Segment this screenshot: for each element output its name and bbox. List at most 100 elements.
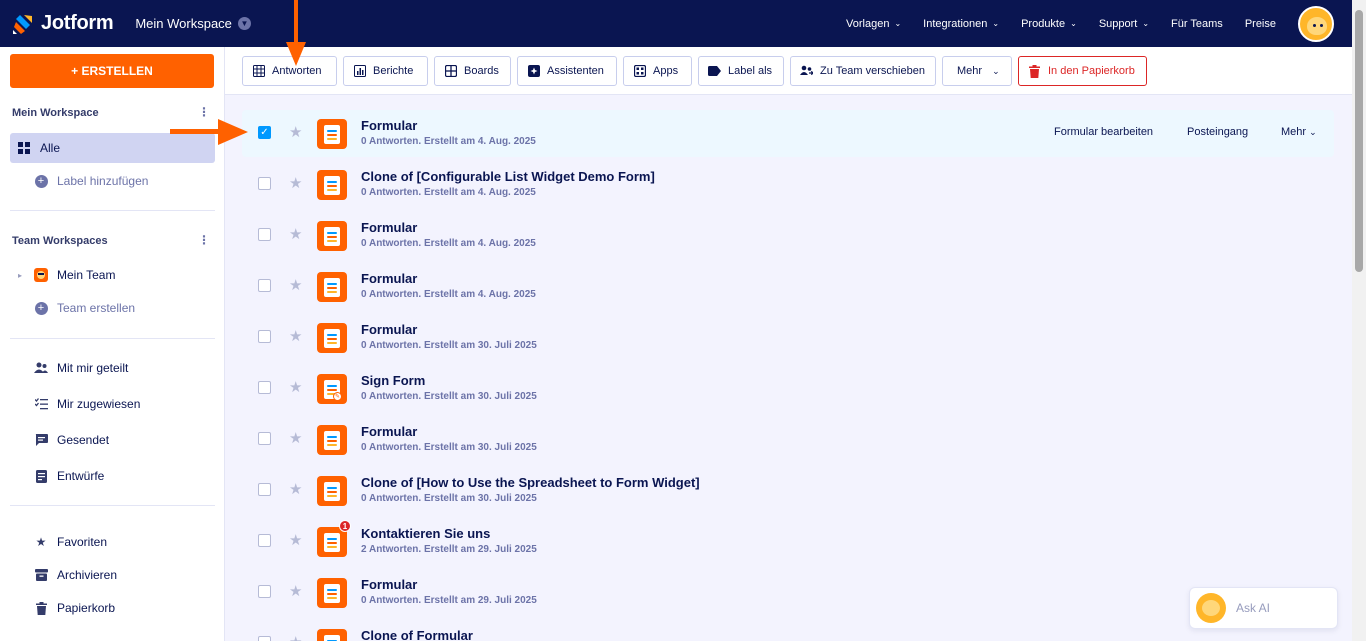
nav-support[interactable]: Support ⌄: [1099, 18, 1149, 30]
divider: [10, 338, 215, 339]
nav-vorlagen[interactable]: Vorlagen ⌄: [846, 18, 901, 30]
star-icon[interactable]: ★: [289, 123, 302, 141]
form-title[interactable]: Clone of Formular: [361, 628, 473, 641]
apps-button[interactable]: Apps: [623, 56, 692, 86]
star-icon[interactable]: ★: [289, 327, 302, 345]
more-actions-button[interactable]: Mehr ⌄: [942, 56, 1012, 86]
sidebar-item-shared[interactable]: Mit mir geteilt: [10, 353, 215, 383]
form-title[interactable]: Sign Form: [361, 373, 425, 388]
row-checkbox[interactable]: [258, 330, 271, 343]
row-checkbox[interactable]: [258, 585, 271, 598]
form-title[interactable]: Formular: [361, 424, 417, 439]
form-row[interactable]: ★ Formular 0 Antworten. Erstellt am 30. …: [242, 416, 1334, 463]
sidebar-item-my-team[interactable]: ▸ Mein Team: [10, 260, 215, 290]
row-checkbox[interactable]: [258, 636, 271, 641]
scrollbar-thumb[interactable]: [1355, 10, 1363, 272]
form-row[interactable]: ★ Formular 0 Antworten. Erstellt am 29. …: [242, 569, 1334, 616]
nav-label: Für Teams: [1171, 17, 1223, 30]
caret-right-icon[interactable]: ▸: [18, 271, 22, 280]
apps-icon: [633, 65, 646, 78]
star-icon[interactable]: ★: [289, 378, 302, 396]
form-row[interactable]: ★ Formular 0 Antworten. Erstellt am 4. A…: [242, 212, 1334, 259]
row-checkbox[interactable]: [258, 279, 271, 292]
row-more-button[interactable]: Mehr ⌄: [1281, 126, 1317, 138]
sidebar-item-favorites[interactable]: ★ Favoriten: [10, 527, 215, 557]
top-navbar: Jotform Mein Workspace ▼ Vorlagen ⌄ Integ…: [0, 0, 1352, 47]
form-row[interactable]: ★ Formular 0 Antworten. Erstellt am 30. …: [242, 314, 1334, 361]
star-icon[interactable]: ★: [289, 225, 302, 243]
workspace-switcher[interactable]: Mein Workspace ▼: [135, 16, 251, 31]
trash-label: In den Papierkorb: [1048, 65, 1135, 77]
star-icon[interactable]: ★: [289, 633, 302, 641]
chevron-down-icon: ⌄: [992, 19, 1000, 28]
form-title[interactable]: Clone of [Configurable List Widget Demo …: [361, 169, 655, 184]
table-icon: [252, 65, 265, 78]
annotation-arrow-right-icon: [170, 119, 248, 145]
sidebar-item-archive[interactable]: Archivieren: [10, 560, 215, 590]
bulk-actions-toolbar: Antworten Berichte Boards Assistenten Ap…: [225, 47, 1352, 95]
form-row[interactable]: ★ Clone of [How to Use the Spreadsheet t…: [242, 467, 1334, 514]
jotform-logo[interactable]: Jotform: [12, 12, 114, 35]
form-title[interactable]: Formular: [361, 220, 417, 235]
sidebar-add-label[interactable]: + Label hinzufügen: [10, 166, 215, 196]
form-title[interactable]: Clone of [How to Use the Spreadsheet to …: [361, 475, 700, 490]
row-checkbox[interactable]: [258, 381, 271, 394]
form-row[interactable]: ★ Clone of Formular: [242, 620, 1334, 641]
sidebar-item-label: Favoriten: [57, 535, 108, 549]
row-checkbox[interactable]: [258, 483, 271, 496]
form-row[interactable]: ★ ✎ Sign Form 0 Antworten. Erstellt am 3…: [242, 365, 1334, 412]
inbox-link[interactable]: Posteingang: [1187, 126, 1248, 138]
boards-button[interactable]: Boards: [434, 56, 511, 86]
row-checkbox[interactable]: ✓: [258, 126, 271, 139]
kebab-menu-icon[interactable]: ⋮: [198, 105, 210, 119]
sidebar-item-trash[interactable]: Papierkorb: [10, 593, 215, 623]
nav-integrationen[interactable]: Integrationen ⌄: [923, 18, 999, 30]
form-title[interactable]: Formular: [361, 118, 417, 133]
row-checkbox[interactable]: [258, 177, 271, 190]
star-icon[interactable]: ★: [289, 582, 302, 600]
assistants-button[interactable]: Assistenten: [517, 56, 617, 86]
ask-ai-button[interactable]: Ask AI: [1189, 587, 1338, 629]
form-title[interactable]: Formular: [361, 577, 417, 592]
sidebar-item-assigned[interactable]: Mir zugewiesen: [10, 389, 215, 419]
move-to-team-button[interactable]: Zu Team verschieben: [790, 56, 936, 86]
nav-produkte[interactable]: Produkte ⌄: [1021, 18, 1077, 30]
form-row[interactable]: ★ Clone of [Configurable List Widget Dem…: [242, 161, 1334, 208]
create-button[interactable]: + ERSTELLEN: [10, 54, 214, 88]
form-row[interactable]: ✓ ★ Formular 0 Antworten. Erstellt am 4.…: [242, 110, 1334, 157]
page-scrollbar[interactable]: [1352, 0, 1366, 641]
form-title[interactable]: Kontaktieren Sie uns: [361, 526, 490, 541]
divider: [10, 505, 215, 506]
nav-preise[interactable]: Preise: [1245, 18, 1276, 30]
star-icon[interactable]: ★: [289, 480, 302, 498]
nav-fuer-teams[interactable]: Für Teams: [1171, 18, 1223, 30]
star-icon[interactable]: ★: [289, 429, 302, 447]
row-checkbox[interactable]: [258, 534, 271, 547]
sidebar-create-team[interactable]: + Team erstellen: [10, 293, 215, 323]
report-icon: [353, 65, 366, 78]
draft-icon: [34, 469, 48, 483]
row-checkbox[interactable]: [258, 432, 271, 445]
plus-circle-icon: +: [34, 174, 48, 188]
form-title[interactable]: Formular: [361, 322, 417, 337]
star-icon[interactable]: ★: [289, 174, 302, 192]
sidebar-item-sent[interactable]: Gesendet: [10, 425, 215, 455]
move-to-trash-button[interactable]: In den Papierkorb: [1018, 56, 1147, 86]
star-icon[interactable]: ★: [289, 531, 302, 549]
user-avatar[interactable]: [1298, 5, 1334, 42]
jotform-logo-icon: [12, 13, 34, 35]
sidebar-item-drafts[interactable]: Entwürfe: [10, 461, 215, 491]
tag-icon: [708, 65, 721, 78]
form-title[interactable]: Formular: [361, 271, 417, 286]
edit-form-link[interactable]: Formular bearbeiten: [1054, 126, 1153, 138]
form-meta: 2 Antworten. Erstellt am 29. Juli 2025: [361, 544, 537, 555]
move-to-team-label: Zu Team verschieben: [820, 65, 925, 77]
star-icon[interactable]: ★: [289, 276, 302, 294]
form-row[interactable]: ★ 1 Kontaktieren Sie uns 2 Antworten. Er…: [242, 518, 1334, 565]
reports-button[interactable]: Berichte: [343, 56, 428, 86]
form-row[interactable]: ★ Formular 0 Antworten. Erstellt am 4. A…: [242, 263, 1334, 310]
row-checkbox[interactable]: [258, 228, 271, 241]
sidebar-item-label: Label hinzufügen: [57, 174, 149, 188]
label-as-button[interactable]: Label als: [698, 56, 784, 86]
kebab-menu-icon[interactable]: ⋮: [198, 233, 210, 247]
